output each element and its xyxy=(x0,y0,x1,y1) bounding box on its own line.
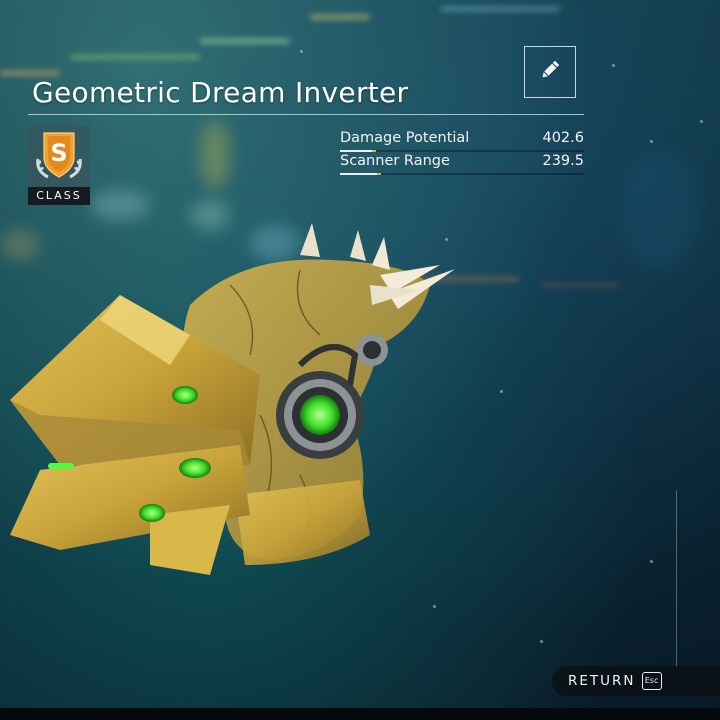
stat-label: Scanner Range xyxy=(340,153,450,169)
class-label: CLASS xyxy=(28,187,90,205)
class-badge: S CLASS xyxy=(28,125,90,205)
bottom-strip xyxy=(0,708,720,720)
stat-value: 239.5 xyxy=(542,153,584,169)
decorative-divider xyxy=(676,490,677,668)
esc-key-icon: Esc xyxy=(641,672,662,690)
class-letter: S xyxy=(50,139,67,167)
pencil-icon xyxy=(539,59,561,85)
multitool-weapon-image xyxy=(10,223,455,575)
stat-scanner-range: Scanner Range 239.5 xyxy=(340,152,584,176)
stat-value: 402.6 xyxy=(542,130,584,146)
stat-bar-fill xyxy=(340,173,377,175)
return-button[interactable]: RETURN Esc xyxy=(552,666,720,696)
title-underline xyxy=(28,114,584,115)
stat-label: Damage Potential xyxy=(340,130,470,146)
class-shield-icon: S xyxy=(36,132,82,179)
rename-button[interactable] xyxy=(524,46,576,98)
return-label: RETURN xyxy=(568,673,636,689)
class-emblem: S xyxy=(28,125,90,187)
stat-bar xyxy=(340,173,584,175)
stat-bar-marker xyxy=(377,173,381,175)
stat-damage-potential: Damage Potential 402.6 xyxy=(340,129,584,153)
item-title: Geometric Dream Inverter xyxy=(32,76,409,109)
